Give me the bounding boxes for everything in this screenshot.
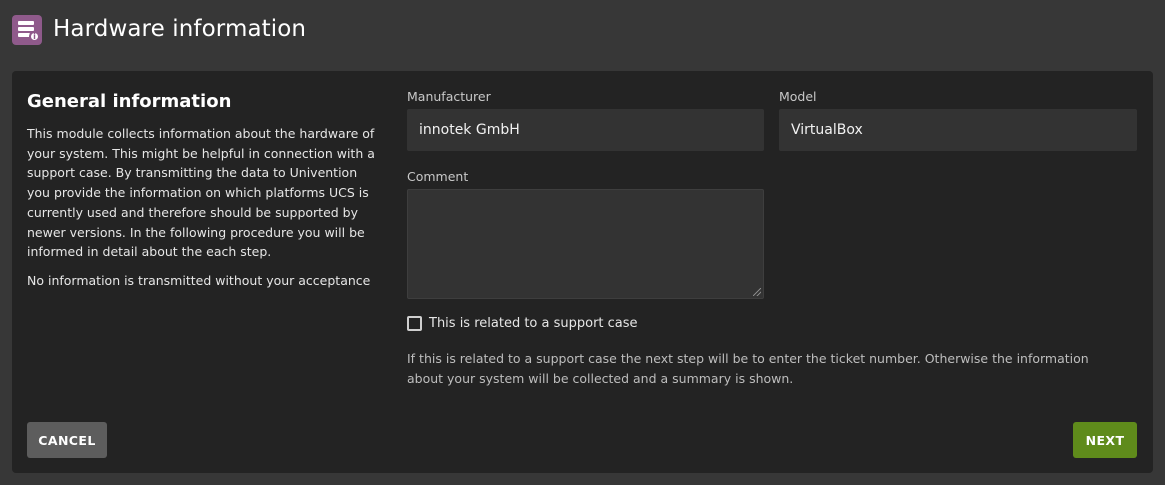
page-title: Hardware information xyxy=(53,16,307,42)
hardware-info-icon: i xyxy=(12,15,42,45)
manufacturer-field[interactable]: innotek GmbH xyxy=(407,109,764,151)
model-label: Model xyxy=(779,89,817,104)
section-title: General information xyxy=(27,91,232,112)
support-case-label[interactable]: This is related to a support case xyxy=(429,316,638,331)
manufacturer-label: Manufacturer xyxy=(407,89,491,104)
acceptance-notice: No information is transmitted without yo… xyxy=(27,273,371,288)
cancel-button[interactable]: CANCEL xyxy=(27,422,107,458)
module-description: This module collects information about t… xyxy=(27,126,375,260)
support-case-checkbox[interactable] xyxy=(407,316,422,331)
comment-label: Comment xyxy=(407,169,469,184)
model-field[interactable]: VirtualBox xyxy=(779,109,1137,151)
main-panel: General information This module collects… xyxy=(12,71,1153,473)
resize-grip-icon[interactable] xyxy=(753,288,761,296)
support-hint: If this is related to a support case the… xyxy=(407,351,1089,386)
comment-textarea[interactable] xyxy=(407,189,764,299)
module-header: i Hardware information xyxy=(0,0,1165,62)
next-button[interactable]: NEXT xyxy=(1073,422,1137,458)
